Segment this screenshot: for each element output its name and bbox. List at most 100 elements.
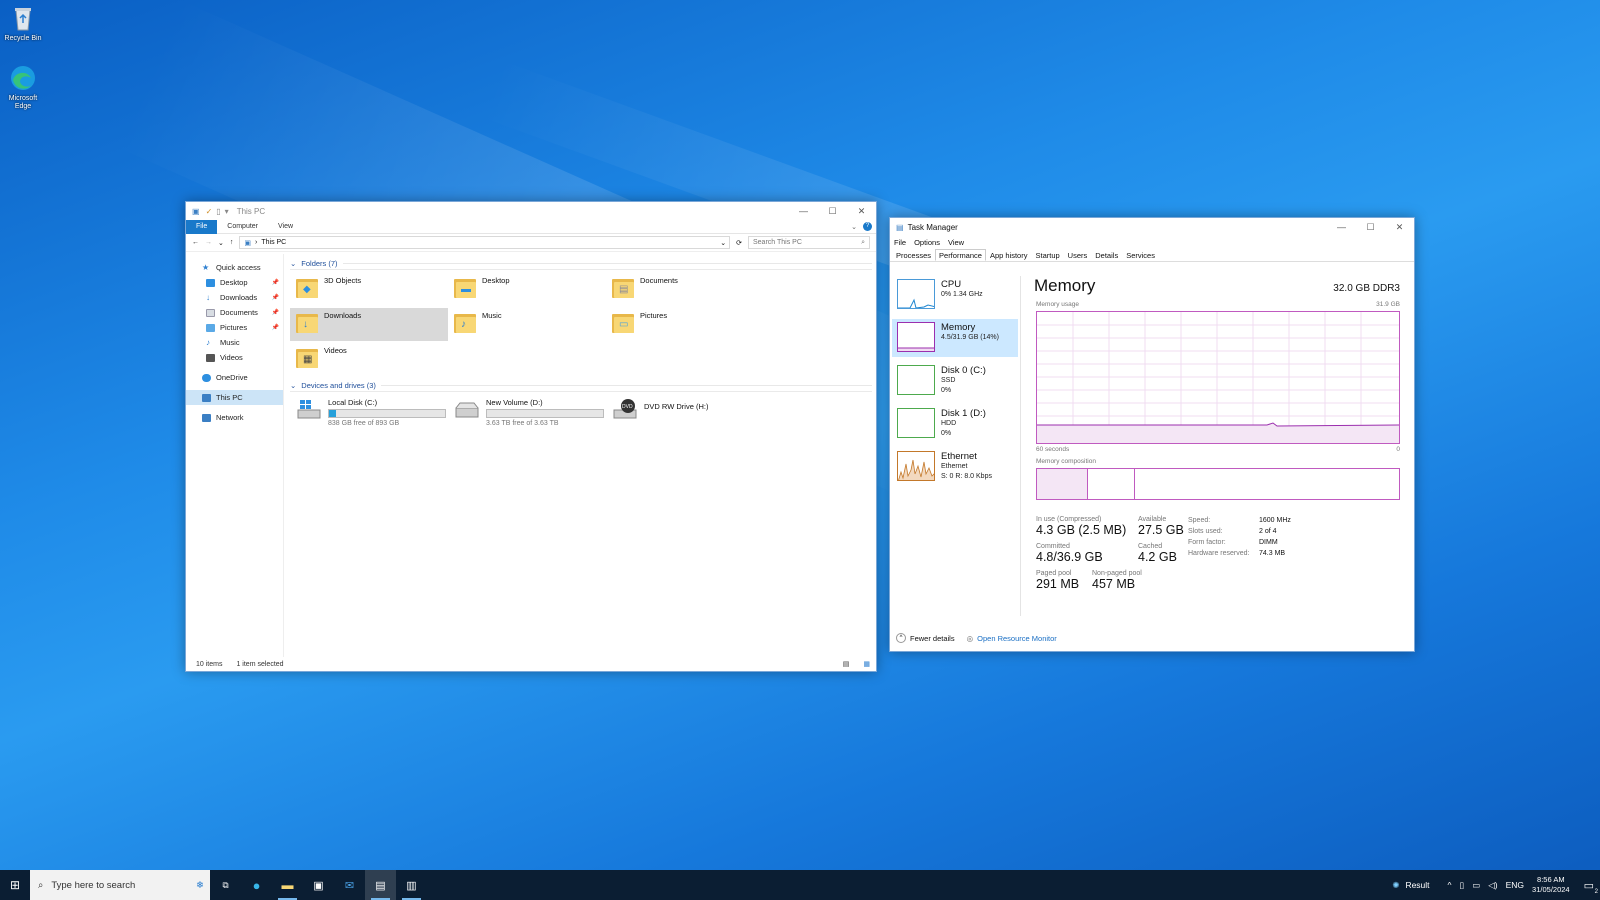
perf-item-disk0[interactable]: Disk 0 (C:) SSD 0% xyxy=(892,362,1018,400)
network-icon[interactable]: ▭ xyxy=(1472,880,1480,891)
quick-properties-icon[interactable]: ▯ xyxy=(216,207,220,216)
taskbar-mail[interactable]: ✉ xyxy=(334,870,365,900)
ribbon-tab-view[interactable]: View xyxy=(268,220,303,234)
tab-startup[interactable]: Startup xyxy=(1031,249,1063,261)
nav-network[interactable]: Network xyxy=(186,410,283,425)
quick-save-icon[interactable]: ✓ xyxy=(206,207,213,216)
tab-users[interactable]: Users xyxy=(1064,249,1092,261)
drive-d[interactable]: New Volume (D:) 3.63 TB free of 3.63 TB xyxy=(448,395,606,429)
start-button[interactable]: ⊞ xyxy=(0,870,30,900)
nav-quick-access[interactable]: ★ Quick access xyxy=(186,260,283,275)
menu-file[interactable]: File xyxy=(894,238,906,247)
perf-item-detail: Ethernet xyxy=(941,463,968,470)
taskbar-edge[interactable]: ● xyxy=(241,870,272,900)
desktop-icon-edge[interactable]: Microsoft Edge xyxy=(0,64,46,111)
folder-documents[interactable]: ▤ Documents xyxy=(606,273,764,306)
menu-view[interactable]: View xyxy=(948,238,964,247)
quick-toolbar-dropdown-icon[interactable]: ▾ xyxy=(225,207,229,216)
show-hidden-icons-chevron-icon[interactable]: ^ xyxy=(1448,880,1452,890)
up-arrow-icon[interactable]: ↑ xyxy=(230,239,234,246)
clock[interactable]: 8:56 AM 31/05/2024 xyxy=(1532,875,1570,895)
nav-label: Documents xyxy=(220,308,258,317)
explorer-titlebar[interactable]: ▣ ✓ ▯ ▾ This PC — ☐ ✕ xyxy=(186,202,876,220)
input-language[interactable]: ENG xyxy=(1506,880,1524,890)
breadcrumb-this-pc[interactable]: This PC xyxy=(261,239,286,246)
desktop-icon-recycle-bin[interactable]: Recycle Bin xyxy=(0,4,46,43)
folder-label: Desktop xyxy=(482,276,510,285)
composition-modified xyxy=(1088,469,1135,499)
hard-drive-icon xyxy=(454,398,480,420)
task-view-button[interactable]: ⧉ xyxy=(210,870,241,900)
close-button[interactable]: ✕ xyxy=(1385,218,1414,236)
notifications-button[interactable]: ▭ 2 xyxy=(1584,879,1598,895)
tab-processes[interactable]: Processes xyxy=(892,249,935,261)
taskbar-search-input[interactable]: ⌕ Type here to search ❄ xyxy=(30,870,210,900)
folders-section-header[interactable]: ⌄ Folders (7) xyxy=(290,258,872,270)
ribbon-tab-computer[interactable]: Computer xyxy=(217,220,268,234)
ribbon-expand-icon[interactable]: ⌄ xyxy=(851,223,857,231)
edge-icon: ● xyxy=(252,877,261,893)
open-resource-monitor-link[interactable]: ◎ Open Resource Monitor xyxy=(967,634,1057,643)
perf-item-disk1[interactable]: Disk 1 (D:) HDD 0% xyxy=(892,405,1018,443)
hw-key: Form factor: xyxy=(1188,539,1226,546)
devices-section-header[interactable]: ⌄ Devices and drives (3) xyxy=(290,380,872,392)
maximize-button[interactable]: ☐ xyxy=(818,202,847,220)
pin-icon: 📌 xyxy=(271,280,279,286)
nav-this-pc[interactable]: This PC xyxy=(186,390,283,405)
weather-widget[interactable]: ✺ Result xyxy=(1392,880,1429,891)
back-arrow-icon[interactable]: ← xyxy=(192,239,199,246)
memory-capacity: 32.0 GB DDR3 xyxy=(1333,283,1400,294)
nav-item-music[interactable]: ♪ Music xyxy=(186,335,283,350)
perf-item-memory[interactable]: Memory 4.5/31.9 GB (14%) xyxy=(892,319,1018,357)
close-button[interactable]: ✕ xyxy=(847,202,876,220)
drive-c[interactable]: Local Disk (C:) 838 GB free of 893 GB xyxy=(290,395,448,429)
device-icon[interactable]: ▯ xyxy=(1460,880,1465,891)
nav-item-pictures[interactable]: Pictures 📌 xyxy=(186,320,283,335)
perf-item-cpu[interactable]: CPU 0% 1.34 GHz xyxy=(892,276,1018,314)
folder-desktop[interactable]: ▬ Desktop xyxy=(448,273,606,306)
address-dropdown-icon[interactable]: ⌄ xyxy=(720,239,726,247)
help-icon[interactable]: ? xyxy=(863,222,872,231)
nav-onedrive[interactable]: OneDrive xyxy=(186,370,283,385)
folder-music[interactable]: ♪ Music xyxy=(448,308,606,341)
ribbon-tab-file[interactable]: File xyxy=(186,219,218,234)
taskbar-file-explorer[interactable]: ▬ xyxy=(272,870,303,900)
tab-details[interactable]: Details xyxy=(1091,249,1122,261)
folder-downloads[interactable]: ↓ Downloads xyxy=(290,308,448,341)
tab-services[interactable]: Services xyxy=(1122,249,1159,261)
clock-time: 8:56 AM xyxy=(1537,875,1565,884)
refresh-icon[interactable]: ⟳ xyxy=(736,239,742,247)
tab-app-history[interactable]: App history xyxy=(986,249,1032,261)
menu-options[interactable]: Options xyxy=(914,238,940,247)
search-icon: ⌕ xyxy=(861,238,865,246)
recent-locations-icon[interactable]: ⌄ xyxy=(218,239,224,247)
large-icons-view-icon[interactable]: ▦ xyxy=(863,660,870,668)
maximize-button[interactable]: ☐ xyxy=(1356,218,1385,236)
volume-icon[interactable]: ◁) xyxy=(1488,880,1497,891)
nav-label: Music xyxy=(220,338,240,347)
taskmgr-titlebar[interactable]: ▤ Task Manager — ☐ ✕ xyxy=(890,218,1414,236)
folder-videos[interactable]: ▦ Videos xyxy=(290,343,448,376)
forward-arrow-icon[interactable]: → xyxy=(205,239,212,246)
nav-item-desktop[interactable]: Desktop 📌 xyxy=(186,275,283,290)
nav-label: Desktop xyxy=(220,278,248,287)
perf-item-ethernet[interactable]: Ethernet Ethernet S: 0 R: 8.0 Kbps xyxy=(892,448,1018,486)
minimize-button[interactable]: — xyxy=(1327,218,1356,236)
taskbar-explorer-window[interactable]: ▤ xyxy=(365,870,396,900)
stat-cached: 4.2 GB xyxy=(1138,550,1177,564)
taskbar-store[interactable]: ▣ xyxy=(303,870,334,900)
nav-item-downloads[interactable]: ↓ Downloads 📌 xyxy=(186,290,283,305)
search-input[interactable]: Search This PC ⌕ xyxy=(748,236,870,249)
sidebar-divider xyxy=(1020,276,1021,616)
fewer-details-button[interactable]: ^ Fewer details xyxy=(896,633,955,643)
nav-item-documents[interactable]: Documents 📌 xyxy=(186,305,283,320)
address-box[interactable]: ▣ › This PC ⌄ xyxy=(239,236,731,249)
tab-performance[interactable]: Performance xyxy=(935,249,986,261)
drive-h[interactable]: DVD DVD RW Drive (H:) xyxy=(606,395,764,429)
folder-3d-objects[interactable]: ◆ 3D Objects xyxy=(290,273,448,306)
details-view-icon[interactable]: ▤ xyxy=(843,660,850,668)
nav-item-videos[interactable]: Videos xyxy=(186,350,283,365)
minimize-button[interactable]: — xyxy=(789,202,818,220)
taskbar-task-manager[interactable]: ▥ xyxy=(396,870,427,900)
folder-pictures[interactable]: ▭ Pictures xyxy=(606,308,764,341)
